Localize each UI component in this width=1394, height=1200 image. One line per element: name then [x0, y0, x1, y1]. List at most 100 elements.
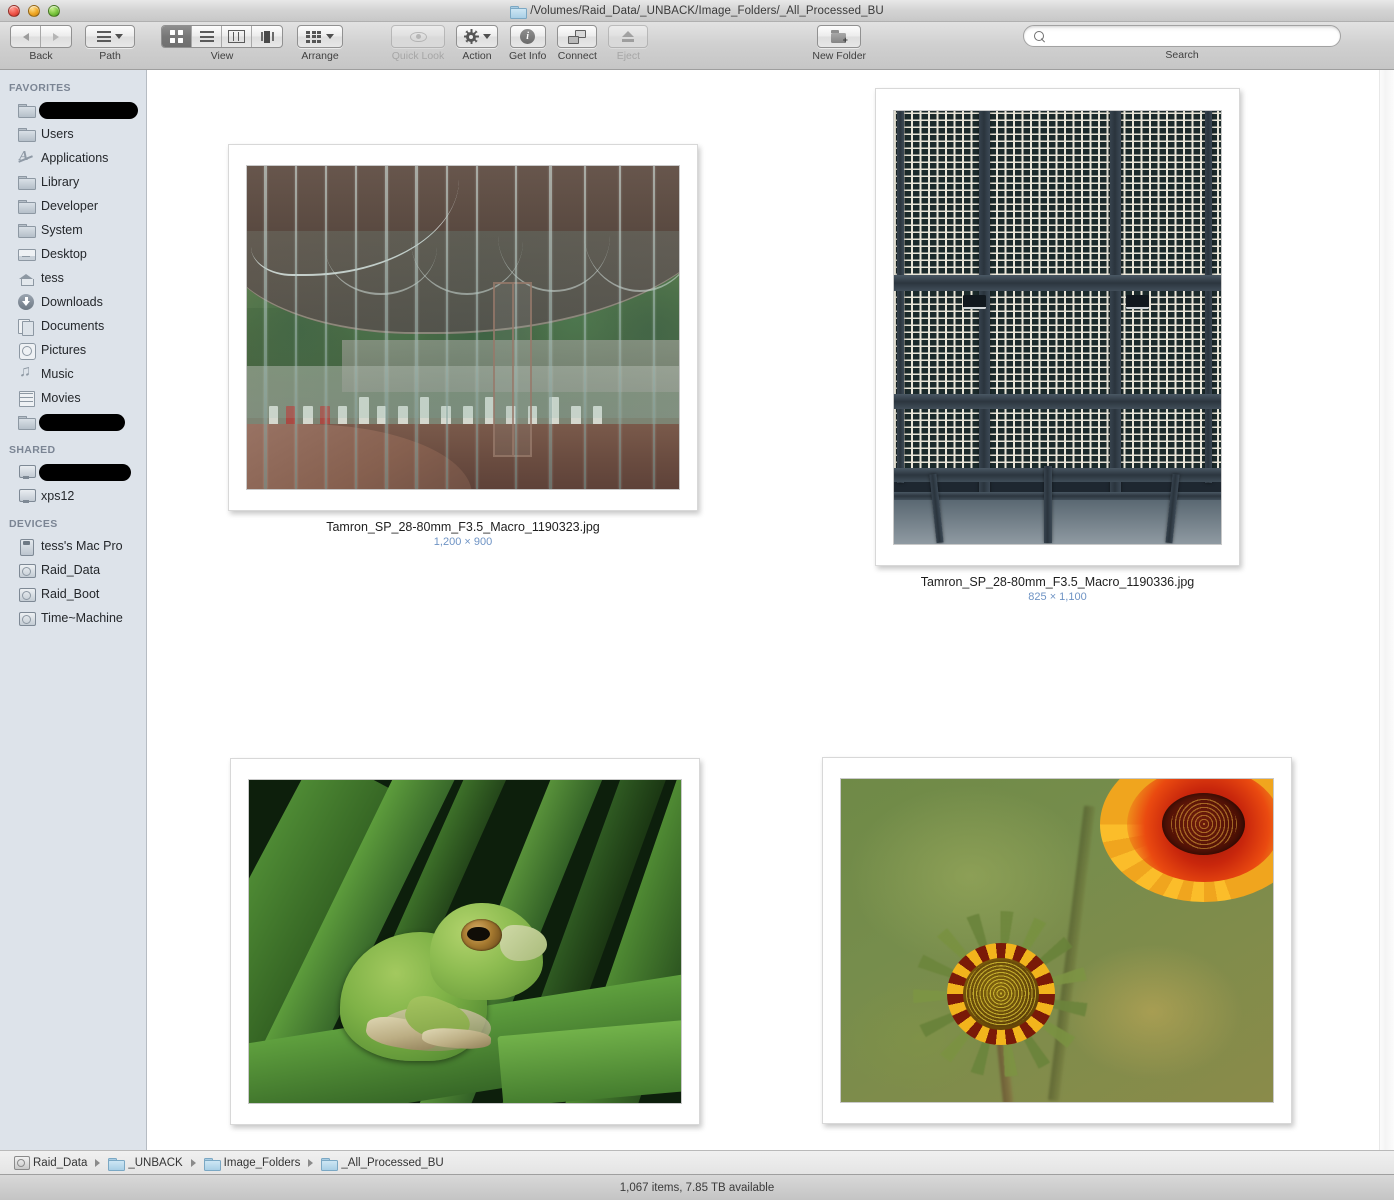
get-info-button[interactable]: i: [509, 25, 546, 48]
sidebar-item-redacted-2[interactable]: [0, 410, 146, 434]
sidebar-item-redacted-3[interactable]: [0, 460, 146, 484]
breadcrumb-item-raid-data[interactable]: Raid_Data: [14, 1156, 87, 1170]
view-column-mode[interactable]: [222, 26, 252, 47]
breadcrumb-item-unback[interactable]: _UNBACK: [108, 1156, 183, 1171]
back-forward-segmented[interactable]: [10, 25, 72, 48]
hard-drive-icon: [18, 562, 36, 578]
window-title: /Volumes/Raid_Data/_UNBACK/Image_Folders…: [530, 4, 884, 17]
search-label: Search: [1165, 49, 1199, 61]
view-coverflow-mode[interactable]: [252, 26, 282, 47]
finder-window: /Volumes/Raid_Data/_UNBACK/Image_Folders…: [0, 0, 1394, 1200]
file-name: Tamron_SP_28-80mm_F3.5_Macro_1190323.jpg: [326, 520, 600, 534]
photo-frame[interactable]: [822, 757, 1292, 1124]
back-label: Back: [29, 50, 53, 62]
sidebar-item-downloads[interactable]: Downloads: [0, 290, 146, 314]
close-button[interactable]: [8, 4, 20, 17]
sidebar-item-system[interactable]: System: [0, 218, 146, 242]
sidebar-item-documents[interactable]: Documents: [0, 314, 146, 338]
sidebar-item-time-machine[interactable]: Time~Machine: [0, 606, 146, 630]
breadcrumb-item-all-processed-bu[interactable]: _All_Processed_BU: [321, 1156, 444, 1171]
eye-icon: [409, 31, 427, 42]
file-item[interactable]: Tamron_SP_28-80mm_F3.5_Macro_1190336.jpg…: [875, 88, 1240, 603]
file-dimensions: 1,200 × 900: [433, 536, 493, 548]
sidebar-item-label: tess's Mac Pro: [41, 539, 123, 553]
photo-thumbnail: [246, 165, 680, 490]
icon-grid: Tamron_SP_28-80mm_F3.5_Macro_1190323.jpg…: [147, 70, 1379, 1150]
applications-icon: [18, 149, 34, 166]
connect-button[interactable]: [557, 25, 598, 48]
vertical-scrollbar[interactable]: [1379, 70, 1394, 1150]
sidebar-item-applications[interactable]: Applications: [0, 146, 146, 170]
gear-icon: [463, 29, 479, 44]
view-icon-mode[interactable]: [162, 26, 192, 47]
info-icon: i: [520, 29, 536, 44]
sidebar-item-tess-mac-pro[interactable]: tess's Mac Pro: [0, 534, 146, 558]
path-button[interactable]: [85, 25, 135, 48]
new-folder-group: + New Folder: [812, 25, 866, 62]
status-bar: 1,067 items, 7.85 TB available: [0, 1174, 1394, 1200]
arrange-button[interactable]: [297, 25, 343, 48]
photo-frame[interactable]: [230, 758, 700, 1125]
folder-icon: [18, 414, 36, 430]
sidebar-item-desktop[interactable]: Desktop: [0, 242, 146, 266]
tree-frog-on-grass-image: [249, 780, 681, 1103]
folder-icon: [18, 222, 36, 238]
sidebar-item-library[interactable]: Library: [0, 170, 146, 194]
folder-icon: [18, 174, 36, 190]
folder-icon: [321, 1157, 339, 1171]
arrange-label: Arrange: [301, 50, 339, 62]
sidebar-item-redacted-1[interactable]: [0, 98, 146, 122]
sidebar-item-raid-data[interactable]: Raid_Data: [0, 558, 146, 582]
sidebar-item-movies[interactable]: Movies: [0, 386, 146, 410]
quick-look-label: Quick Look: [391, 50, 445, 62]
photo-frame[interactable]: [228, 144, 698, 511]
sidebar-item-label: Music: [41, 367, 74, 381]
forward-button[interactable]: [41, 26, 71, 47]
window-title-group: /Volumes/Raid_Data/_UNBACK/Image_Folders…: [0, 0, 1394, 21]
sidebar-item-xps12[interactable]: xps12: [0, 484, 146, 508]
view-label: View: [210, 50, 234, 62]
action-label: Action: [462, 50, 492, 62]
get-info-label: Get Info: [509, 50, 547, 62]
list-icon: [199, 31, 214, 42]
quick-look-button: [391, 25, 445, 48]
eject-group: Eject: [608, 25, 649, 62]
photo-frame[interactable]: [875, 88, 1240, 566]
file-item[interactable]: [230, 758, 700, 1136]
sidebar-item-tess[interactable]: tess: [0, 266, 146, 290]
file-item[interactable]: [822, 757, 1292, 1135]
back-button[interactable]: [11, 26, 42, 47]
action-group: Action: [456, 25, 498, 62]
arrange-group: Arrange: [297, 25, 343, 62]
sidebar-item-label: Movies: [41, 391, 81, 405]
new-folder-label: New Folder: [812, 50, 867, 62]
eject-label: Eject: [616, 50, 641, 62]
minimize-button[interactable]: [28, 4, 40, 17]
view-list-mode[interactable]: [192, 26, 222, 47]
sidebar-item-raid-boot[interactable]: Raid_Boot: [0, 582, 146, 606]
sidebar-item-label: Downloads: [41, 295, 103, 309]
file-grid-area[interactable]: Tamron_SP_28-80mm_F3.5_Macro_1190323.jpg…: [147, 70, 1394, 1150]
sidebar-item-users[interactable]: Users: [0, 122, 146, 146]
pictures-icon: [18, 342, 36, 360]
file-item[interactable]: Tamron_SP_28-80mm_F3.5_Macro_1190323.jpg…: [228, 144, 698, 548]
grid-icon: [170, 30, 183, 43]
action-button[interactable]: [456, 25, 498, 48]
photo-thumbnail: [248, 779, 682, 1104]
connect-label: Connect: [557, 50, 597, 62]
sidebar-item-music[interactable]: Music: [0, 362, 146, 386]
breadcrumb-item-image-folders[interactable]: Image_Folders: [203, 1157, 300, 1171]
sidebar-item-pictures[interactable]: Pictures: [0, 338, 146, 362]
search-field[interactable]: [1023, 25, 1342, 47]
connect-group: Connect: [557, 25, 598, 62]
search-input[interactable]: [1051, 30, 1331, 42]
solar-panel-canopy-image: [894, 110, 1221, 544]
new-folder-button[interactable]: +: [817, 25, 862, 48]
mac-pro-icon: [18, 538, 34, 556]
sidebar-item-developer[interactable]: Developer: [0, 194, 146, 218]
zoom-button[interactable]: [48, 4, 60, 17]
breadcrumb-label: _UNBACK: [128, 1156, 183, 1169]
breadcrumb-label: _All_Processed_BU: [341, 1156, 444, 1169]
chevron-right-icon: [190, 1158, 196, 1167]
view-segmented-control[interactable]: [161, 25, 283, 48]
